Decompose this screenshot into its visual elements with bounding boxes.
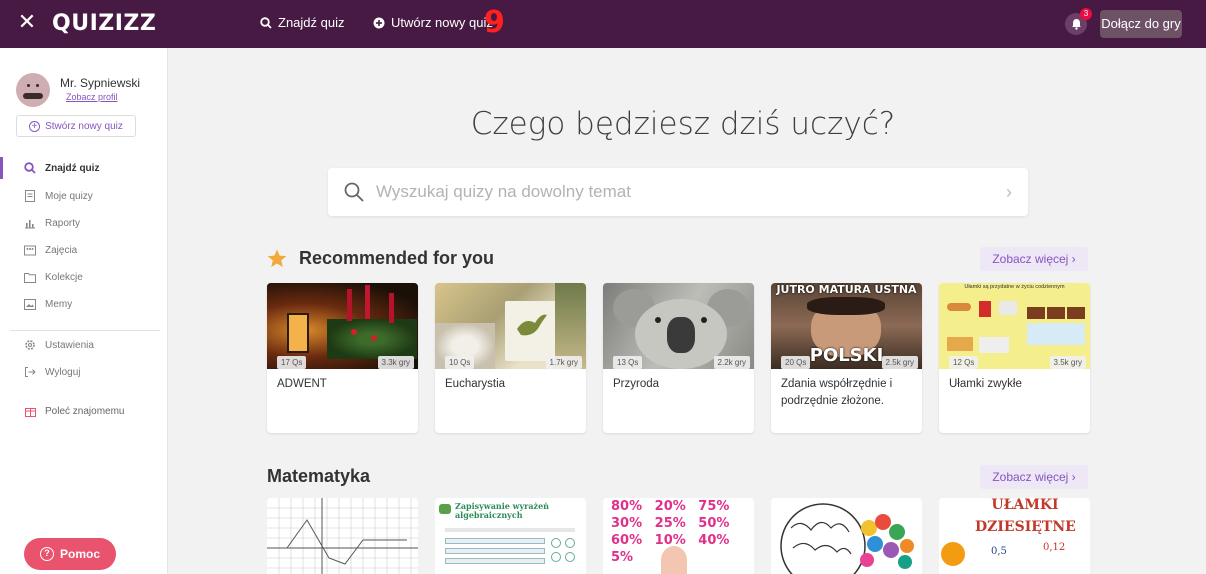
view-profile-link[interactable]: Zobacz profil: [66, 92, 118, 102]
sidebar-item-collections[interactable]: Kolekcje: [0, 266, 167, 288]
bell-icon: [1071, 19, 1081, 30]
math-see-more-button[interactable]: Zobacz więcej ›: [980, 465, 1088, 489]
sidebar-item-refer-friend[interactable]: Poleć znajomemu: [0, 400, 167, 422]
quiz-card[interactable]: 13 Qs 2.2k gry Przyroda: [603, 283, 754, 433]
avatar[interactable]: [16, 73, 50, 107]
find-quiz-link[interactable]: Znajdź quiz: [260, 15, 344, 30]
chevron-right-icon[interactable]: ›: [1006, 182, 1012, 203]
overlay-number: 9: [484, 5, 505, 40]
folder-icon: [24, 271, 36, 283]
sidebar-item-logout[interactable]: Wyloguj: [0, 361, 167, 383]
quiz-card[interactable]: [267, 498, 418, 574]
find-quiz-label: Znajdź quiz: [278, 15, 345, 30]
quiz-card[interactable]: 10 Qs 1.7k gry Eucharystia: [435, 283, 586, 433]
help-button[interactable]: ? Pomoc: [24, 538, 116, 570]
sidebar-item-label: Ustawienia: [45, 339, 94, 351]
question-count-badge: 10 Qs: [445, 356, 475, 369]
quiz-title: Zdania współrzędnie i podrzędnie złożone…: [781, 378, 893, 407]
quiz-title: ADWENT: [277, 378, 327, 390]
sidebar-item-label: Wyloguj: [45, 366, 81, 378]
create-quiz-button-label: Stwórz nowy quiz: [45, 120, 123, 132]
quiz-card[interactable]: UŁAMKI DZIESIĘTNE 0,5 0,12: [939, 498, 1090, 574]
star-icon: [267, 249, 287, 267]
sidebar-item-find-quiz[interactable]: Znajdź quiz: [0, 157, 167, 179]
user-name: Mr. Sypniewski: [60, 76, 141, 90]
math-section-title: Matematyka: [267, 466, 370, 487]
close-icon[interactable]: ✕: [16, 12, 38, 34]
sidebar-item-label: Poleć znajomemu: [45, 405, 125, 417]
brain-thumbnail: [771, 498, 922, 574]
document-icon: [24, 190, 36, 202]
logout-icon: [24, 366, 36, 378]
quiz-card[interactable]: Zapisywanie wyrażeń algebraicznych: [435, 498, 586, 574]
quiz-card[interactable]: [771, 498, 922, 574]
plays-count-badge: 3.5k gry: [1049, 356, 1086, 369]
join-game-button[interactable]: Dołącz do gry: [1100, 10, 1182, 38]
notifications-button[interactable]: 3: [1065, 8, 1092, 35]
plus-circle-icon: +: [29, 120, 41, 132]
classes-icon: [24, 244, 36, 256]
gift-icon: [24, 405, 36, 417]
notification-count-badge: 3: [1080, 8, 1092, 20]
page-title: Czego będziesz dziś uczyć?: [470, 106, 896, 142]
quiz-card[interactable]: 80% 20% 75% 30% 25% 50% 60% 10% 40% 5%: [603, 498, 754, 574]
plays-count-badge: 2.5k gry: [881, 356, 918, 369]
plays-count-badge: 2.2k gry: [713, 356, 750, 369]
top-bar: ✕ QUIZIZZ Znajdź quiz Utwórz nowy quiz 9…: [0, 0, 1206, 48]
bar-chart-icon: [24, 217, 36, 229]
sidebar-item-reports[interactable]: Raporty: [0, 212, 167, 234]
quiz-title: Ułamki zwykłe: [949, 378, 1022, 390]
quiz-title: Eucharystia: [445, 378, 506, 390]
search-placeholder: Wyszukaj quizy na dowolny temat: [376, 182, 631, 201]
help-button-label: Pomoc: [59, 547, 100, 561]
thumbnail-caption: Zapisywanie wyrażeń algebraicznych: [455, 501, 549, 520]
recommended-section-title: Recommended for you: [267, 248, 494, 269]
sidebar-item-my-quizzes[interactable]: Moje quizy: [0, 185, 167, 207]
sidebar-item-label: Kolekcje: [45, 271, 83, 283]
recommended-see-more-button[interactable]: Zobacz więcej ›: [980, 247, 1088, 271]
sidebar-item-classes[interactable]: Zajęcia: [0, 239, 167, 261]
gear-icon: [24, 339, 36, 351]
search-icon: [24, 162, 36, 174]
image-icon: [24, 298, 36, 310]
recommended-title-label: Recommended for you: [299, 248, 495, 268]
question-count-badge: 12 Qs: [949, 356, 979, 369]
search-icon: [260, 16, 272, 29]
quizizz-logo[interactable]: QUIZIZZ: [52, 11, 156, 36]
quiz-card[interactable]: Ułamki są przydatne w życiu codziennym 1…: [939, 283, 1090, 433]
quiz-card[interactable]: JUTRO MATURA USTNA POLSKI 20 Qs 2.5k gry…: [771, 283, 922, 433]
question-icon: ?: [39, 547, 54, 561]
thumbnail-caption: UŁAMKI DZIESIĘTNE: [975, 498, 1076, 535]
quiz-title: Przyroda: [613, 378, 660, 390]
create-quiz-button[interactable]: + Stwórz nowy quiz: [16, 115, 136, 137]
search-input[interactable]: Wyszukaj quizy na dowolny temat ›: [328, 168, 1028, 216]
quiz-card[interactable]: 17 Qs 3.3k gry ADWENT: [267, 283, 418, 433]
question-count-badge: 13 Qs: [613, 356, 643, 369]
sidebar-item-label: Zajęcia: [45, 244, 78, 256]
sidebar-item-label: Moje quizy: [45, 190, 93, 202]
dove-icon: [517, 314, 547, 336]
question-count-badge: 17 Qs: [277, 356, 307, 369]
sidebar-item-memes[interactable]: Memy: [0, 293, 167, 315]
question-count-badge: 20 Qs: [781, 356, 811, 369]
create-quiz-link[interactable]: Utwórz nowy quiz: [373, 15, 493, 30]
plays-count-badge: 1.7k gry: [545, 356, 582, 369]
decimal-value: 0,5: [991, 546, 1007, 557]
math-title-label: Matematyka: [267, 466, 371, 486]
search-icon: [344, 182, 364, 202]
plays-count-badge: 3.3k gry: [377, 356, 414, 369]
sidebar: Mr. Sypniewski Zobacz profil + Stwórz no…: [0, 48, 168, 574]
graph-thumbnail: [267, 498, 418, 574]
thumbnail-caption: Ułamki są przydatne w życiu codziennym: [964, 284, 1065, 290]
meme-caption-top: JUTRO MATURA USTNA: [776, 283, 917, 296]
decimal-value: 0,12: [1043, 542, 1066, 553]
sidebar-item-label: Znajdź quiz: [45, 162, 100, 174]
sidebar-divider: [10, 330, 160, 331]
sidebar-item-label: Raporty: [45, 217, 81, 229]
sidebar-item-settings[interactable]: Ustawienia: [0, 334, 167, 356]
plus-circle-icon: [373, 17, 385, 28]
create-quiz-label: Utwórz nowy quiz: [391, 15, 493, 30]
sidebar-item-label: Memy: [45, 298, 73, 310]
